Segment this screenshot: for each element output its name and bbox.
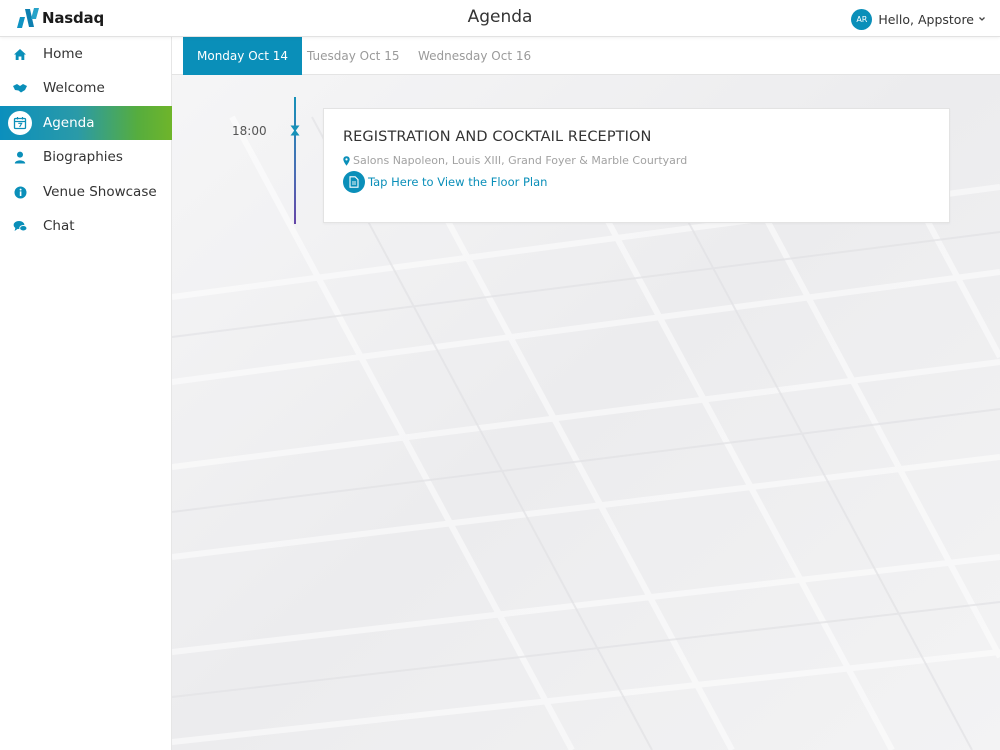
brand-name: Nasdaq — [42, 9, 105, 27]
sidebar-item-label: Agenda — [43, 115, 95, 131]
event-location: Salons Napoleon, Louis XIII, Grand Foyer… — [343, 154, 687, 167]
info-icon — [11, 183, 29, 201]
sidebar-item-venue-showcase[interactable]: Venue Showcase — [0, 175, 172, 209]
sidebar-item-chat[interactable]: Chat — [0, 209, 172, 243]
sidebar-item-label: Venue Showcase — [43, 184, 157, 200]
chevron-down-icon[interactable] — [978, 15, 986, 23]
sidebar-item-biographies[interactable]: Biographies — [0, 140, 172, 174]
handshake-icon — [11, 79, 29, 97]
sidebar-item-label: Welcome — [43, 80, 105, 96]
calendar-icon — [8, 111, 32, 135]
floor-plan-label[interactable]: Tap Here to View the Floor Plan — [368, 175, 547, 189]
user-greeting[interactable]: Hello, Appstore — [878, 12, 974, 27]
tab-tuesday-oct-15[interactable]: Tuesday Oct 15 — [293, 37, 413, 75]
event-location-text: Salons Napoleon, Louis XIII, Grand Foyer… — [353, 154, 688, 167]
sidebar-item-welcome[interactable]: Welcome — [0, 71, 172, 105]
sidebar-item-label: Biographies — [43, 149, 123, 165]
top-header: Nasdaq Agenda AR Hello, Appstore — [0, 0, 1000, 37]
avatar[interactable]: AR — [851, 8, 873, 30]
sidebar-item-label: Home — [43, 46, 83, 62]
person-icon — [11, 148, 29, 166]
event-time: 18:00 — [232, 124, 267, 138]
sidebar-item-label: Chat — [43, 218, 75, 234]
timeline-line — [294, 97, 296, 224]
tab-wednesday-oct-16[interactable]: Wednesday Oct 16 — [404, 37, 545, 75]
tab-monday-oct-14[interactable]: Monday Oct 14 — [183, 37, 303, 75]
day-tabs: Monday Oct 14 Tuesday Oct 15 Wednesday O… — [172, 37, 1000, 75]
nasdaq-logo-icon — [17, 8, 39, 28]
event-title: REGISTRATION AND COCKTAIL RECEPTION — [343, 129, 652, 145]
event-card[interactable]: REGISTRATION AND COCKTAIL RECEPTION Salo… — [323, 108, 950, 223]
sidebar-item-home[interactable]: Home — [0, 37, 172, 71]
main-content: Monday Oct 14 Tuesday Oct 15 Wednesday O… — [172, 37, 1000, 750]
sidebar: Home Welcome Agenda Biographies Venue Sh — [0, 37, 172, 750]
home-icon — [11, 45, 29, 63]
page-title: Agenda — [467, 7, 533, 27]
map-pin-icon — [343, 155, 350, 166]
chat-icon — [11, 217, 29, 235]
floor-plan-link[interactable]: Tap Here to View the Floor Plan — [343, 171, 547, 193]
document-icon[interactable] — [343, 171, 365, 193]
user-menu[interactable]: AR Hello, Appstore — [851, 8, 986, 30]
nasdaq-logo[interactable]: Nasdaq — [16, 7, 104, 29]
sidebar-item-agenda[interactable]: Agenda — [0, 106, 172, 140]
hourglass-icon — [290, 125, 300, 136]
